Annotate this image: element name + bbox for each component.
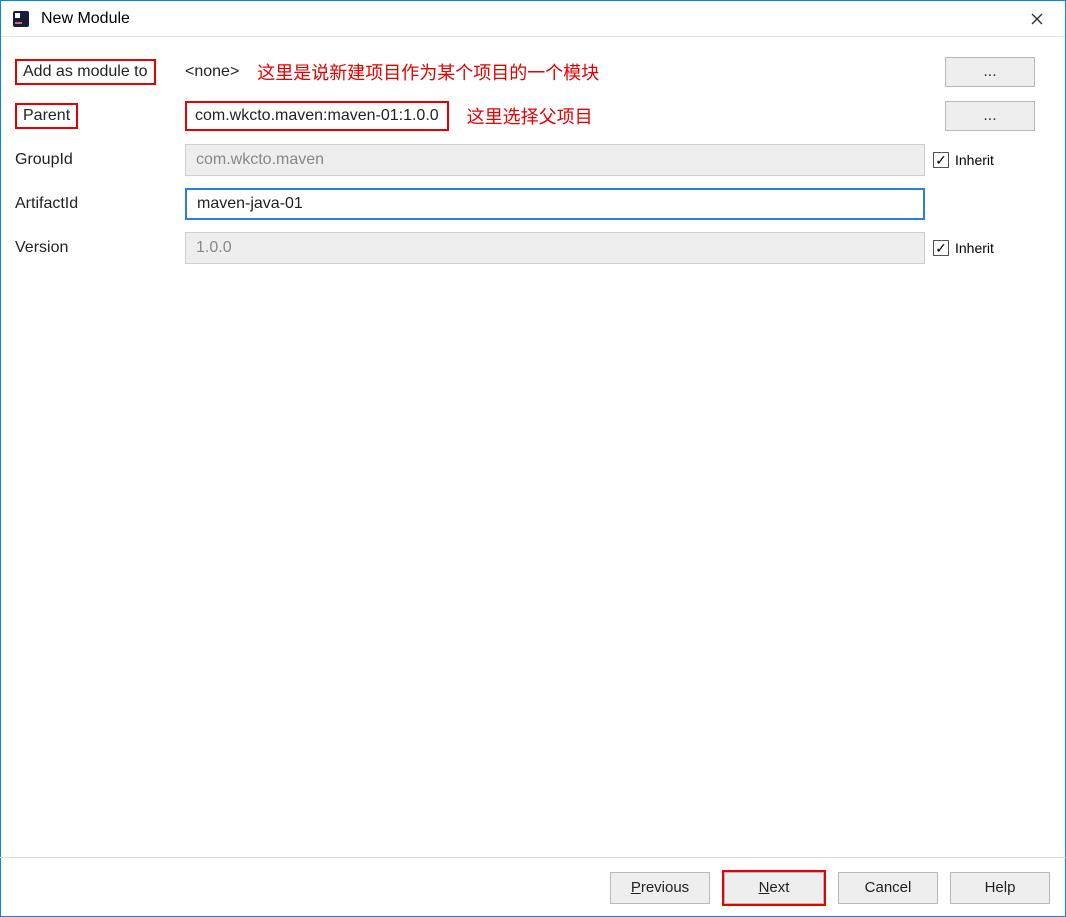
row-artifactid: ArtifactId xyxy=(15,187,1051,221)
window-title: New Module xyxy=(41,10,1017,28)
annotation-add-as-module: 这里是说新建项目作为某个项目的一个模块 xyxy=(257,59,599,85)
artifactid-input[interactable] xyxy=(185,188,925,220)
artifactid-value-col xyxy=(185,188,925,220)
parent-label-col: Parent xyxy=(15,103,185,129)
next-button[interactable]: Next xyxy=(724,872,824,904)
checkbox-checked-icon: ✓ xyxy=(933,152,949,168)
checkbox-checked-icon: ✓ xyxy=(933,240,949,256)
footer-bar: Previous Next Cancel Help xyxy=(0,857,1066,917)
groupid-value-col xyxy=(185,144,925,176)
parent-browse-button[interactable]: ... xyxy=(945,101,1035,131)
version-input[interactable] xyxy=(185,232,925,264)
add-as-module-label: Add as module to xyxy=(15,59,156,85)
parent-value: com.wkcto.maven:maven-01:1.0.0 xyxy=(185,101,449,131)
app-icon xyxy=(11,9,31,29)
previous-button[interactable]: Previous xyxy=(610,872,710,904)
parent-value-col: com.wkcto.maven:maven-01:1.0.0 这里选择父项目 xyxy=(185,101,925,131)
groupid-input[interactable] xyxy=(185,144,925,176)
version-inherit-col: ✓ Inherit xyxy=(925,240,1035,256)
close-icon xyxy=(1031,13,1043,25)
add-as-module-value-col: <none> 这里是说新建项目作为某个项目的一个模块 xyxy=(185,59,925,85)
row-parent: Parent com.wkcto.maven:maven-01:1.0.0 这里… xyxy=(15,99,1051,133)
parent-label: Parent xyxy=(15,103,78,129)
annotation-parent: 这里选择父项目 xyxy=(467,103,593,129)
row-add-as-module: Add as module to <none> 这里是说新建项目作为某个项目的一… xyxy=(15,55,1051,89)
inherit-label: Inherit xyxy=(955,240,994,256)
add-as-module-browse-button[interactable]: ... xyxy=(945,57,1035,87)
parent-browse-col: ... xyxy=(925,101,1035,131)
version-inherit-checkbox[interactable]: ✓ Inherit xyxy=(933,240,994,256)
version-label: Version xyxy=(15,239,185,257)
groupid-inherit-col: ✓ Inherit xyxy=(925,152,1035,168)
version-value-col xyxy=(185,232,925,264)
artifactid-label: ArtifactId xyxy=(15,195,185,213)
title-bar: New Module xyxy=(1,1,1065,37)
close-button[interactable] xyxy=(1017,5,1057,33)
groupid-inherit-checkbox[interactable]: ✓ Inherit xyxy=(933,152,994,168)
next-button-highlight: Next xyxy=(722,870,826,906)
previous-rest: revious xyxy=(641,879,689,896)
add-as-module-browse-col: ... xyxy=(925,57,1035,87)
inherit-label: Inherit xyxy=(955,152,994,168)
groupid-label: GroupId xyxy=(15,151,185,169)
help-button[interactable]: Help xyxy=(950,872,1050,904)
form-content: Add as module to <none> 这里是说新建项目作为某个项目的一… xyxy=(1,37,1065,856)
add-as-module-label-col: Add as module to xyxy=(15,59,185,85)
row-groupid: GroupId ✓ Inherit xyxy=(15,143,1051,177)
next-rest: ext xyxy=(769,879,789,896)
add-as-module-value: <none> xyxy=(185,63,239,81)
cancel-button[interactable]: Cancel xyxy=(838,872,938,904)
row-version: Version ✓ Inherit xyxy=(15,231,1051,265)
